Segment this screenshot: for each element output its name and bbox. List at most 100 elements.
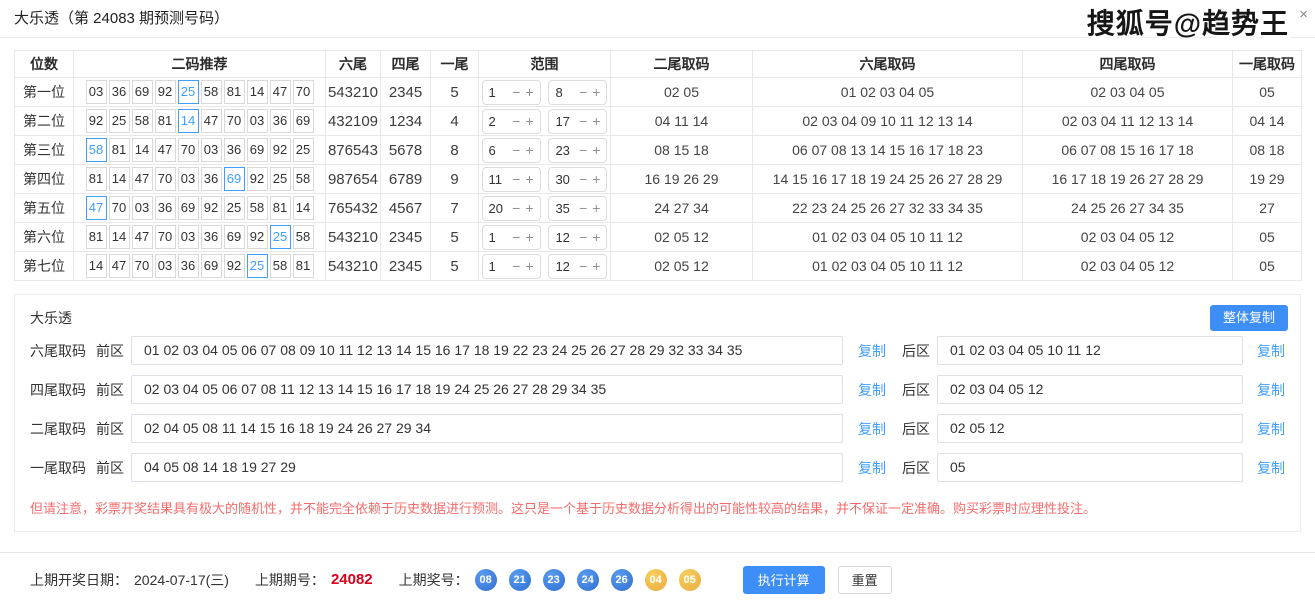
code-cell-selected[interactable]: 25 <box>178 80 199 104</box>
code-cell[interactable]: 70 <box>224 109 245 133</box>
code-cell[interactable]: 70 <box>155 225 176 249</box>
minus-icon[interactable]: − <box>579 230 587 244</box>
plus-icon[interactable]: + <box>525 114 533 128</box>
range-min-stepper[interactable]: 6 − + <box>482 138 541 163</box>
code-cell[interactable]: 81 <box>293 254 314 278</box>
code-cell[interactable]: 47 <box>270 80 291 104</box>
copy-back-link[interactable]: 复制 <box>1257 380 1285 400</box>
plus-icon[interactable]: + <box>592 114 600 128</box>
code-cell[interactable]: 36 <box>270 109 291 133</box>
code-cell[interactable]: 69 <box>293 109 314 133</box>
code-cell[interactable]: 03 <box>178 225 199 249</box>
range-max-stepper[interactable]: 12 − + <box>548 254 607 279</box>
code-cell[interactable]: 47 <box>201 109 222 133</box>
code-cell-selected[interactable]: 69 <box>224 167 245 191</box>
code-cell[interactable]: 92 <box>86 109 107 133</box>
range-min-stepper[interactable]: 1 − + <box>482 80 541 105</box>
code-cell[interactable]: 69 <box>247 138 268 162</box>
code-cell[interactable]: 03 <box>132 196 153 220</box>
code-cell[interactable]: 81 <box>86 225 107 249</box>
code-cell-selected[interactable]: 14 <box>178 109 199 133</box>
back-zone-values-input[interactable]: 02 05 12 <box>937 414 1243 443</box>
copy-front-link[interactable]: 复制 <box>858 380 886 400</box>
copy-all-button[interactable]: 整体复制 <box>1210 305 1288 331</box>
minus-icon[interactable]: − <box>512 230 520 244</box>
plus-icon[interactable]: + <box>592 143 600 157</box>
code-cell[interactable]: 25 <box>293 138 314 162</box>
range-max-stepper[interactable]: 12 − + <box>548 225 607 250</box>
back-zone-values-input[interactable]: 01 02 03 04 05 10 11 12 <box>937 336 1243 365</box>
code-cell-selected[interactable]: 58 <box>86 138 107 162</box>
range-min-stepper[interactable]: 11 − + <box>482 167 541 192</box>
code-cell[interactable]: 14 <box>109 225 130 249</box>
range-min-stepper[interactable]: 1 − + <box>482 254 541 279</box>
minus-icon[interactable]: − <box>512 172 520 186</box>
code-cell[interactable]: 36 <box>201 167 222 191</box>
code-cell[interactable]: 81 <box>155 109 176 133</box>
minus-icon[interactable]: − <box>579 85 587 99</box>
code-cell-selected[interactable]: 47 <box>86 196 107 220</box>
copy-back-link[interactable]: 复制 <box>1257 341 1285 361</box>
plus-icon[interactable]: + <box>592 201 600 215</box>
plus-icon[interactable]: + <box>525 259 533 273</box>
plus-icon[interactable]: + <box>525 201 533 215</box>
front-zone-values-input[interactable]: 04 05 08 14 18 19 27 29 <box>131 453 843 482</box>
code-cell[interactable]: 25 <box>224 196 245 220</box>
code-cell[interactable]: 03 <box>178 167 199 191</box>
minus-icon[interactable]: − <box>512 201 520 215</box>
code-cell[interactable]: 03 <box>86 80 107 104</box>
minus-icon[interactable]: − <box>579 259 587 273</box>
code-cell[interactable]: 03 <box>201 138 222 162</box>
back-zone-values-input[interactable]: 02 03 04 05 12 <box>937 375 1243 404</box>
code-cell[interactable]: 69 <box>178 196 199 220</box>
range-min-stepper[interactable]: 2 − + <box>482 109 541 134</box>
code-cell[interactable]: 47 <box>132 225 153 249</box>
plus-icon[interactable]: + <box>592 230 600 244</box>
code-cell[interactable]: 92 <box>224 254 245 278</box>
plus-icon[interactable]: + <box>592 259 600 273</box>
code-cell[interactable]: 14 <box>109 167 130 191</box>
code-cell[interactable]: 92 <box>201 196 222 220</box>
code-cell[interactable]: 92 <box>270 138 291 162</box>
code-cell[interactable]: 36 <box>178 254 199 278</box>
range-max-stepper[interactable]: 35 − + <box>548 196 607 221</box>
front-zone-values-input[interactable]: 02 04 05 08 11 14 15 16 18 19 24 26 27 2… <box>131 414 843 443</box>
copy-back-link[interactable]: 复制 <box>1257 458 1285 478</box>
code-cell[interactable]: 36 <box>201 225 222 249</box>
plus-icon[interactable]: + <box>525 85 533 99</box>
code-cell[interactable]: 36 <box>109 80 130 104</box>
minus-icon[interactable]: − <box>579 114 587 128</box>
code-cell[interactable]: 36 <box>224 138 245 162</box>
code-cell[interactable]: 81 <box>86 167 107 191</box>
close-icon[interactable]: × <box>1299 7 1308 22</box>
code-cell[interactable]: 92 <box>247 225 268 249</box>
plus-icon[interactable]: + <box>525 143 533 157</box>
plus-icon[interactable]: + <box>592 85 600 99</box>
code-cell[interactable]: 69 <box>224 225 245 249</box>
minus-icon[interactable]: − <box>512 85 520 99</box>
back-zone-values-input[interactable]: 05 <box>937 453 1243 482</box>
code-cell[interactable]: 58 <box>247 196 268 220</box>
range-min-stepper[interactable]: 1 − + <box>482 225 541 250</box>
code-cell[interactable]: 70 <box>293 80 314 104</box>
code-cell[interactable]: 14 <box>247 80 268 104</box>
range-min-stepper[interactable]: 20 − + <box>482 196 541 221</box>
plus-icon[interactable]: + <box>525 230 533 244</box>
code-cell[interactable]: 58 <box>293 225 314 249</box>
front-zone-values-input[interactable]: 02 03 04 05 06 07 08 11 12 13 14 15 16 1… <box>131 375 843 404</box>
code-cell[interactable]: 47 <box>109 254 130 278</box>
minus-icon[interactable]: − <box>512 143 520 157</box>
code-cell[interactable]: 14 <box>86 254 107 278</box>
code-cell-selected[interactable]: 25 <box>247 254 268 278</box>
code-cell[interactable]: 58 <box>293 167 314 191</box>
minus-icon[interactable]: − <box>579 172 587 186</box>
range-max-stepper[interactable]: 30 − + <box>548 167 607 192</box>
minus-icon[interactable]: − <box>512 259 520 273</box>
plus-icon[interactable]: + <box>592 172 600 186</box>
code-cell[interactable]: 69 <box>132 80 153 104</box>
code-cell[interactable]: 58 <box>132 109 153 133</box>
code-cell[interactable]: 58 <box>201 80 222 104</box>
code-cell[interactable]: 47 <box>155 138 176 162</box>
code-cell[interactable]: 92 <box>155 80 176 104</box>
code-cell[interactable]: 03 <box>155 254 176 278</box>
